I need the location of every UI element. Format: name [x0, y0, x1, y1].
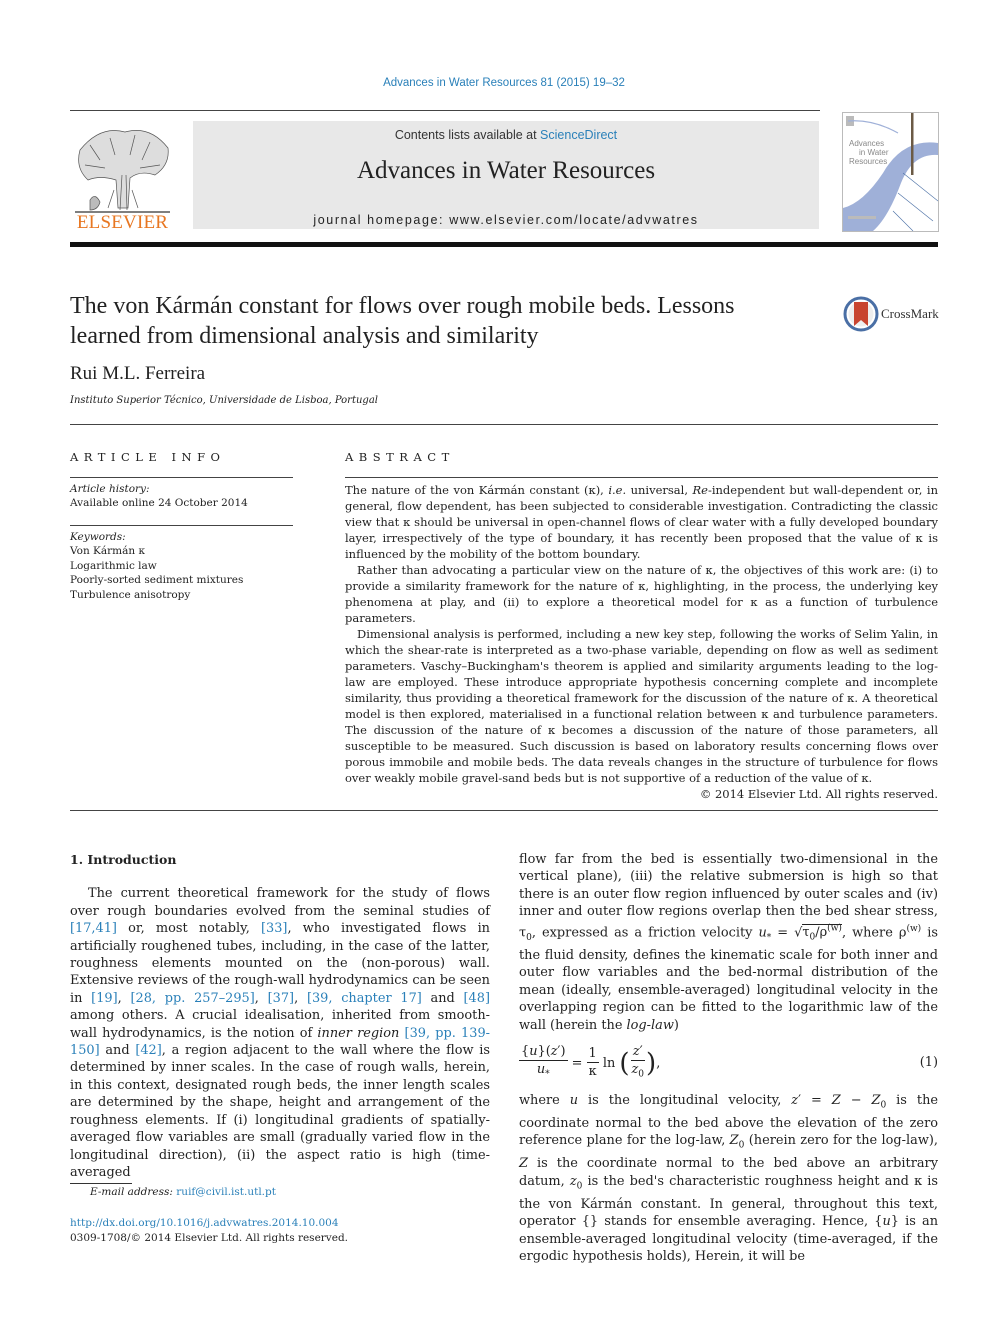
sciencedirect-link[interactable]: ScienceDirect [540, 128, 617, 142]
abstract-bottom-rule [70, 810, 938, 811]
journal-cover-art-icon: Advances in Water Resources [843, 113, 938, 231]
elsevier-wordmark: ELSEVIER [76, 212, 169, 233]
equation-explanation-paragraph: where u is the longitudinal velocity, z′… [519, 1092, 938, 1264]
reference-link[interactable]: [42] [135, 1043, 161, 1058]
keywords-rule [70, 525, 293, 526]
issn-copyright: 0309-1708/© 2014 Elsevier Ltd. All right… [70, 1231, 349, 1244]
title-rule [70, 424, 938, 425]
equation-1-body: {u}(z′) u* = 1κ ln (z′ z0), [519, 1043, 661, 1080]
author-affiliation: Instituto Superior Técnico, Universidade… [70, 395, 378, 406]
intro-paragraph: The current theoretical framework for th… [70, 885, 490, 1181]
body-column-right: flow far from the bed is essentially two… [519, 851, 938, 1265]
article-info-rule [70, 477, 293, 478]
cover-title-line-2: in Water [859, 148, 889, 157]
journal-homepage: journal homepage: www.elsevier.com/locat… [193, 213, 819, 227]
body-text: is the longitudinal velocity, [578, 1092, 792, 1108]
body-text: and [99, 1043, 136, 1059]
body-text: The current theoretical framework for th… [70, 886, 490, 919]
keyword-item: Turbulence anisotropy [70, 588, 191, 601]
journal-cover-thumbnail[interactable]: Advances in Water Resources [842, 112, 939, 232]
contents-available-line: Contents lists available at ScienceDirec… [193, 128, 819, 142]
body-text-italic: log-law [626, 1017, 674, 1033]
reference-link[interactable]: [28, pp. 257–295] [130, 991, 254, 1006]
article-history-value: Available online 24 October 2014 [70, 497, 248, 509]
email-link[interactable]: ruif@civil.ist.utl.pt [176, 1186, 276, 1198]
journal-citation[interactable]: Advances in Water Resources 81 (2015) 19… [0, 77, 992, 89]
homepage-url[interactable]: www.elsevier.com/locate/advwatres [449, 213, 698, 227]
section-heading-introduction: 1. Introduction [70, 852, 177, 867]
author-name[interactable]: Rui M.L. Ferreira [70, 363, 205, 385]
article-title: The von Kármán constant for flows over r… [70, 293, 735, 349]
crossmark-icon [843, 296, 879, 332]
keyword-item: Von Kármán κ [70, 545, 146, 557]
abstract-paragraph-3: Dimensional analysis is performed, inclu… [345, 627, 938, 785]
email-footnote: E-mail address: ruif@civil.ist.utl.pt [90, 1186, 276, 1198]
abstract-text: universal, [626, 483, 693, 497]
body-text: is the bed's characteristic roughness he… [519, 1173, 938, 1230]
keywords-label: Keywords: [70, 531, 126, 543]
keywords-list: Von Kármán κ Logarithmic law Poorly-sort… [70, 544, 243, 602]
reference-link[interactable]: [19] [91, 991, 117, 1006]
body-text: , [254, 990, 268, 1006]
body-text: ) [673, 1017, 679, 1033]
body-text: is the fluid density, defines the kinema… [519, 924, 938, 1033]
body-text: where [519, 1092, 570, 1108]
body-text: , expressed as a friction velocity [531, 924, 759, 940]
contents-prefix: Contents lists available at [394, 128, 541, 142]
doi-link[interactable]: http://dx.doi.org/10.1016/j.advwatres.20… [70, 1217, 339, 1229]
abstract-text-italic: Re [692, 483, 708, 497]
reference-link[interactable]: [39, chapter 17] [307, 991, 422, 1006]
abstract-text-italic: i.e. [608, 483, 627, 497]
body-text: , [117, 990, 131, 1006]
header-top-rule [70, 110, 820, 111]
abstract-heading: ABSTRACT [345, 450, 455, 464]
homepage-prefix: journal homepage: [313, 213, 450, 227]
cover-title-line-3: Resources [849, 157, 887, 166]
email-label: E-mail address: [90, 1186, 177, 1198]
article-history-label: Article history: [70, 483, 150, 495]
abstract-paragraph-2: Rather than advocating a particular view… [345, 563, 938, 625]
intro-paragraph-continued: flow far from the bed is essentially two… [519, 852, 938, 1033]
abstract-paragraph-1: The nature of the von Kármán constant (κ… [345, 482, 938, 562]
reference-link[interactable]: [48] [464, 991, 490, 1006]
body-text-italic: inner region [317, 1025, 400, 1041]
abstract-rule [345, 477, 938, 478]
keyword-item: Poorly-sorted sediment mixtures [70, 574, 244, 586]
reference-link[interactable]: [37] [268, 991, 294, 1006]
article-info-heading: ARTICLE INFO [70, 450, 226, 464]
header-thick-rule [70, 242, 938, 247]
body-text: , a region adjacent to the wall where th… [70, 1043, 490, 1180]
footnote-rule [70, 1183, 132, 1184]
crossmark-button[interactable]: CrossMark [843, 296, 943, 334]
reference-link[interactable]: [33] [261, 921, 287, 936]
cover-title-line-1: Advances [849, 139, 884, 148]
body-text: (herein zero for the log-law), [744, 1133, 938, 1149]
abstract-text: The nature of the von Kármán constant (κ… [345, 483, 609, 497]
keyword-item: Logarithmic law [70, 559, 157, 572]
crossmark-label: CrossMark [881, 306, 939, 321]
body-text: , [294, 990, 307, 1006]
body-text: and [421, 990, 464, 1006]
body-text: , where ρ [841, 924, 907, 940]
abstract-body: The nature of the von Kármán constant (κ… [345, 482, 938, 802]
equation-1-number: (1) [919, 1055, 938, 1071]
body-column-left: 1. Introduction The current theoretical … [70, 851, 490, 1181]
reference-link[interactable]: [17,41] [70, 921, 117, 936]
doi-block: http://dx.doi.org/10.1016/j.advwatres.20… [70, 1216, 348, 1245]
journal-title: Advances in Water Resources [356, 157, 656, 184]
body-text: or, most notably, [116, 921, 261, 937]
equation-1: {u}(z′) u* = 1κ ln (z′ z0), (1) [519, 1038, 938, 1088]
journal-banner: Contents lists available at ScienceDirec… [193, 121, 819, 229]
abstract-copyright: © 2014 Elsevier Ltd. All rights reserved… [699, 787, 938, 801]
